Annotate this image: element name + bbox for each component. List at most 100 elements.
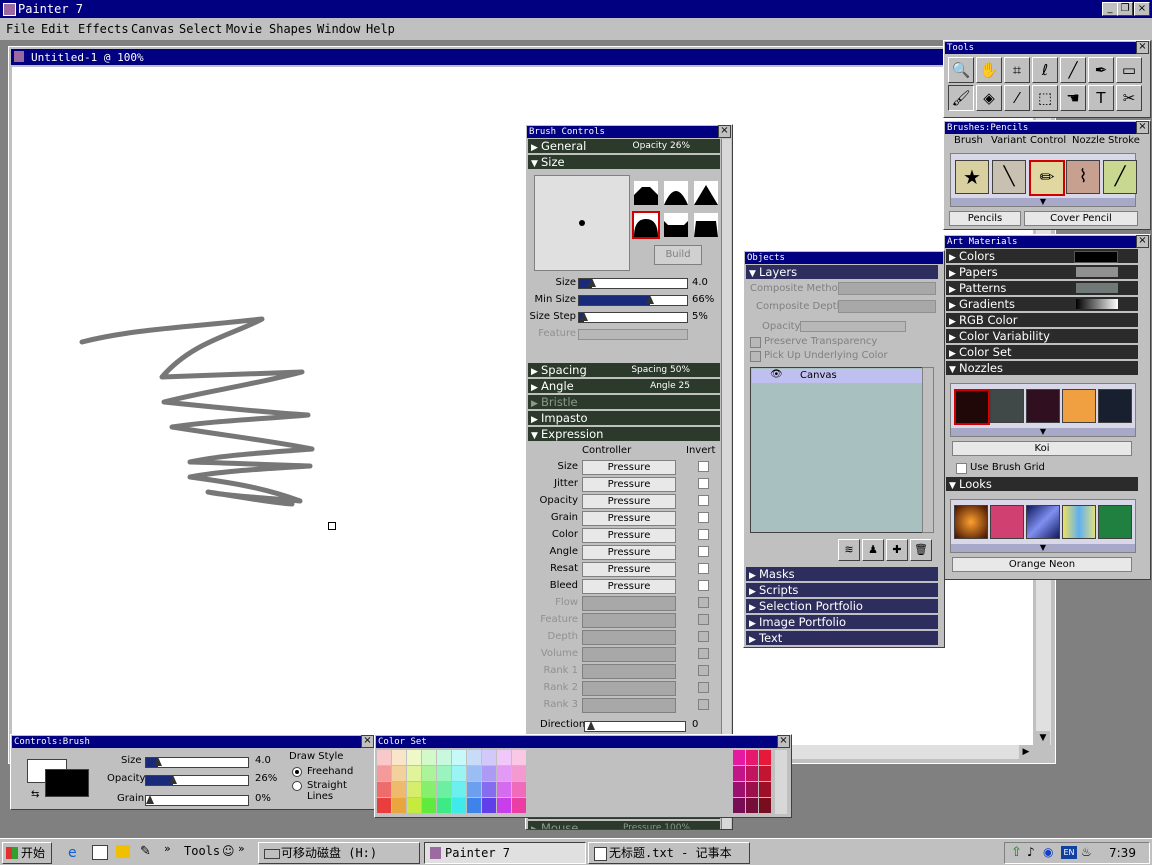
expression-invert-checkbox[interactable] — [698, 631, 709, 642]
language-indicator[interactable]: EN — [1061, 846, 1077, 859]
menu-select[interactable]: Select — [179, 22, 222, 36]
expression-controller-select[interactable]: Pressure — [582, 511, 676, 526]
start-button[interactable]: 开始 — [2, 842, 52, 864]
freehand-radio[interactable] — [292, 767, 302, 777]
chevron-down-icon[interactable]: ▼ — [951, 428, 1135, 436]
close-icon[interactable]: × — [1136, 121, 1149, 134]
pencil-brush-icon[interactable]: ✏ — [1029, 160, 1065, 196]
layers-scrollbar[interactable] — [922, 367, 934, 533]
expression-invert-checkbox[interactable] — [698, 597, 709, 608]
color-swatch[interactable] — [759, 750, 771, 765]
section-papers[interactable]: ▶ Papers — [946, 265, 1138, 279]
close-icon[interactable]: × — [718, 125, 731, 138]
color-swatch[interactable] — [422, 782, 436, 797]
section-rgb-color[interactable]: ▶ RGB Color — [946, 313, 1138, 327]
color-swatch[interactable] — [482, 750, 496, 765]
color-swatch[interactable] — [467, 750, 481, 765]
section-scripts[interactable]: ▶ Scripts — [746, 583, 938, 597]
close-icon[interactable]: × — [361, 735, 374, 748]
color-swatch[interactable] — [512, 766, 526, 781]
tab-control[interactable]: Control — [1030, 135, 1066, 146]
expression-controller-select[interactable] — [582, 613, 676, 628]
profile-icon[interactable] — [694, 213, 718, 237]
tray-app-icon[interactable]: ♨ — [1081, 845, 1092, 859]
color-swatch[interactable] — [422, 766, 436, 781]
chevron-right-icon[interactable]: » — [164, 842, 171, 855]
tab-nozzle[interactable]: Nozzle — [1072, 135, 1105, 146]
person-icon[interactable]: ☺ — [222, 844, 235, 858]
expression-controller-select[interactable]: Pressure — [582, 562, 676, 577]
expression-controller-select[interactable] — [582, 630, 676, 645]
color-swatch[interactable] — [497, 766, 511, 781]
color-swatch[interactable] — [746, 750, 758, 765]
expression-invert-checkbox[interactable] — [698, 495, 709, 506]
color-swatch[interactable] — [392, 766, 406, 781]
layer-row[interactable]: 👁 Canvas — [752, 369, 922, 383]
section-looks[interactable]: ▼ Looks — [946, 477, 1138, 491]
menu-window[interactable]: Window — [317, 22, 360, 36]
section-mouse[interactable]: ▶ Mouse Pressure 100% — [528, 821, 720, 829]
expression-invert-checkbox[interactable] — [698, 580, 709, 591]
expression-controller-select[interactable]: Pressure — [582, 477, 676, 492]
color-swatch[interactable] — [407, 782, 421, 797]
leaves-nozzle-icon[interactable] — [1098, 389, 1132, 423]
koi-nozzle-icon[interactable] — [954, 389, 990, 425]
expression-invert-checkbox[interactable] — [698, 529, 709, 540]
tab-variant[interactable]: Variant — [991, 135, 1026, 146]
section-patterns[interactable]: ▶ Patterns — [946, 281, 1138, 295]
pastel-brush-icon[interactable]: ╱ — [1103, 160, 1137, 194]
star-brush-icon[interactable]: ★ — [955, 160, 989, 194]
taskbar-notepad[interactable]: 无标题.txt - 记事本 — [588, 842, 750, 864]
color-swatch[interactable] — [452, 798, 466, 813]
trash-icon[interactable]: 🗑 — [910, 539, 932, 561]
color-swatch[interactable] — [482, 766, 496, 781]
scissors-icon[interactable]: ✂ — [1116, 85, 1142, 111]
expression-invert-checkbox[interactable] — [698, 614, 709, 625]
expression-invert-checkbox[interactable] — [698, 665, 709, 676]
chalk-brush-icon[interactable]: ╲ — [992, 160, 1026, 194]
color-swatch[interactable] — [482, 782, 496, 797]
color-swatch[interactable] — [377, 766, 391, 781]
expression-controller-select[interactable] — [582, 698, 676, 713]
menu-file[interactable]: File — [6, 22, 35, 36]
color-swatches[interactable]: ⇆ — [21, 755, 91, 803]
preserve-transparency-checkbox[interactable] — [750, 337, 761, 348]
profile-icon[interactable] — [664, 181, 688, 205]
section-bristle[interactable]: ▶ Bristle — [528, 395, 720, 409]
layer-opacity-slider[interactable] — [800, 321, 906, 332]
swap-colors-icon[interactable]: ⇆ — [31, 789, 39, 800]
section-general[interactable]: ▶ General Opacity 26% — [528, 139, 720, 153]
section-size[interactable]: ▼ Size — [528, 155, 720, 169]
taskbar-painter[interactable]: Painter 7 — [424, 842, 586, 864]
chat-icon[interactable]: ✎ — [140, 844, 151, 859]
color-swatch[interactable] — [759, 798, 771, 813]
blue-streak-look-icon[interactable] — [1026, 505, 1060, 539]
expression-controller-select[interactable] — [582, 681, 676, 696]
color-swatch[interactable] — [377, 798, 391, 813]
line-icon[interactable]: ╱ — [1060, 57, 1086, 83]
feature-slider[interactable] — [578, 329, 688, 340]
brush-opacity-slider[interactable] — [145, 775, 249, 786]
section-image-portfolio[interactable]: ▶ Image Portfolio — [746, 615, 938, 629]
color-swatch[interactable] — [407, 798, 421, 813]
taskbar-removable-disk[interactable]: 可移动磁盘 (H:) — [258, 842, 420, 864]
expression-invert-checkbox[interactable] — [698, 546, 709, 557]
profile-icon[interactable] — [634, 181, 658, 205]
direction-slider[interactable] — [584, 721, 686, 732]
color-swatch[interactable] — [452, 766, 466, 781]
brush-controls-scrollbar[interactable] — [721, 139, 731, 829]
section-color-variability[interactable]: ▶ Color Variability — [946, 329, 1138, 343]
color-swatch[interactable] — [452, 750, 466, 765]
expression-controller-select[interactable]: Pressure — [582, 528, 676, 543]
build-button[interactable]: Build — [654, 245, 702, 265]
brush-size-slider[interactable] — [145, 757, 249, 768]
composite-method-select[interactable] — [838, 282, 936, 295]
color-swatch[interactable] — [759, 766, 771, 781]
menu-shapes[interactable]: Shapes — [269, 22, 312, 36]
size-step-slider[interactable] — [578, 312, 688, 323]
color-swatch[interactable] — [746, 766, 758, 781]
color-swatch[interactable] — [437, 782, 451, 797]
expression-controller-select[interactable] — [582, 647, 676, 662]
media-icon[interactable] — [116, 845, 130, 858]
orange-neon-look-icon[interactable] — [954, 505, 988, 539]
